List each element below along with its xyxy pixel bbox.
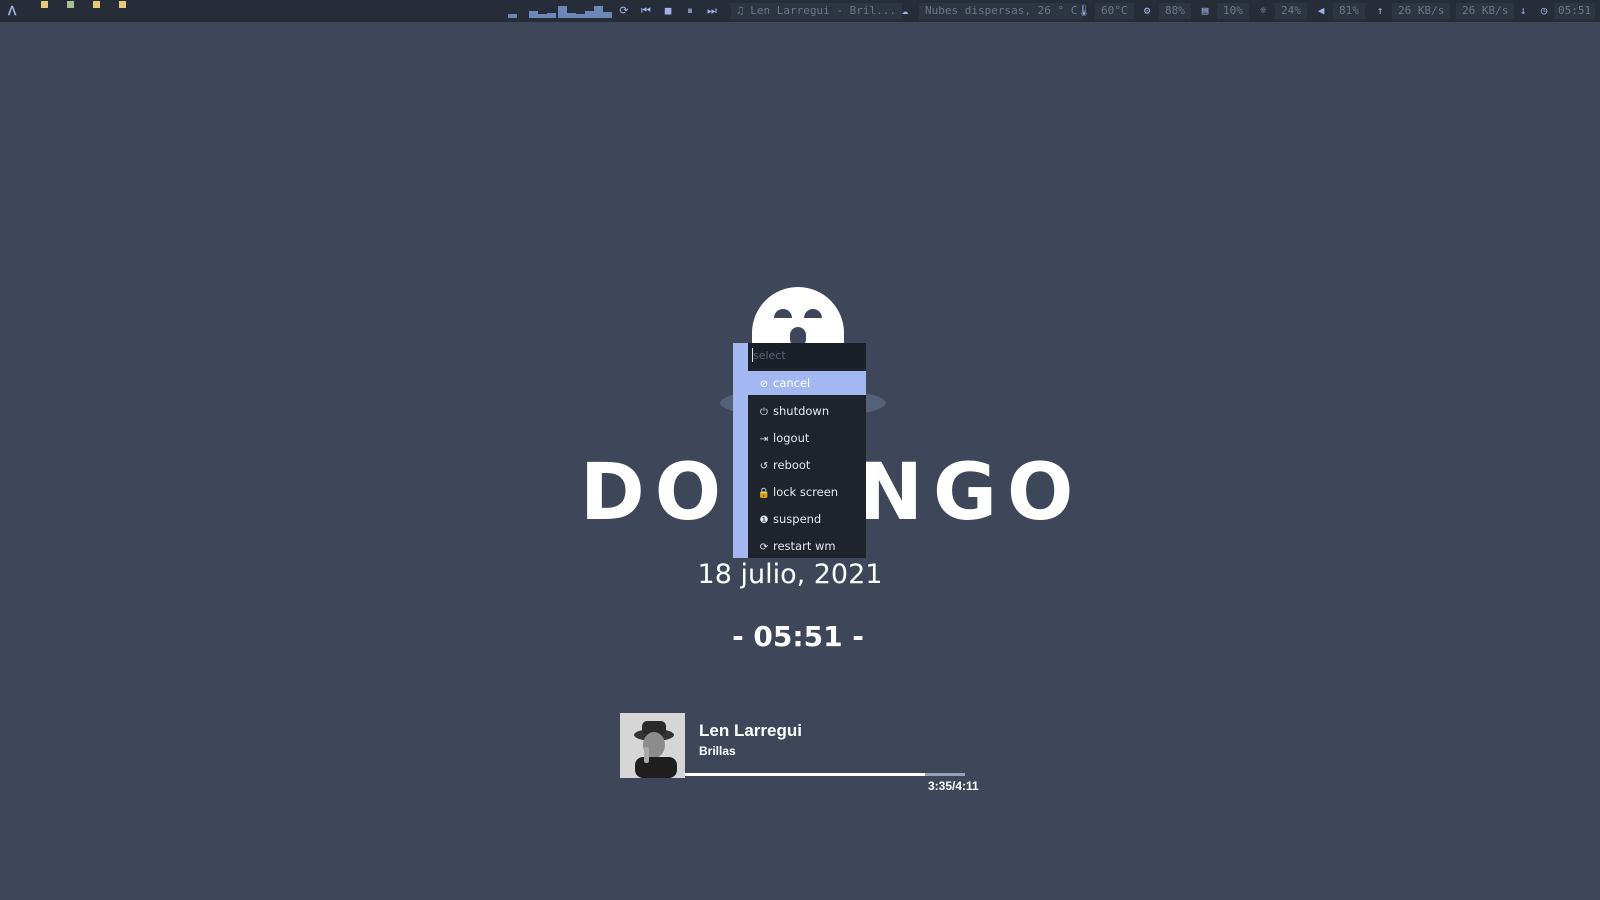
clock-icon: ◷ [1540,4,1548,17]
brightness-text: 24% [1275,3,1307,19]
menu-item-logout[interactable]: ⇥ logout [748,426,866,450]
menu-item-label: logout [773,431,810,445]
lock-icon: 🔒 [757,488,771,499]
time-display: - 05:51 - [732,620,864,653]
next-icon[interactable]: ⏭ [705,0,719,22]
menu-search-box [748,343,866,368]
cpu-icon: ⚙ [1143,4,1151,17]
menu-item-label: lock screen [773,485,839,499]
repeat-icon[interactable]: ⟳ [617,0,631,22]
logout-icon: ⇥ [759,434,769,445]
menu-item-label: shutdown [773,404,830,418]
menu-accent-bar [733,343,748,558]
music-widget: Len Larregui Brillas 3:35/4:11 [620,713,990,793]
progress-fill [685,773,925,776]
ghost-eye-right [804,309,822,318]
menu-item-shutdown[interactable]: ⏻ shutdown [748,399,866,423]
download-icon: ↓ [1519,4,1527,17]
ghost-eye-left [774,309,792,318]
menu-search-input[interactable] [752,348,861,362]
brightness-icon[interactable]: ☼ [1256,0,1270,22]
power-icon: ⏻ [760,407,768,418]
menu-item-label: suspend [773,512,822,526]
album-art [620,713,685,778]
memory-icon: ▤ [1201,4,1209,17]
temperature-icon: 🌡 [1077,4,1091,17]
workspace-2-indicator[interactable] [67,1,74,8]
upload-text: 26 KB/s [1392,3,1451,19]
restart-icon: ⟳ [759,542,769,553]
power-menu: ⊘ cancel ⏻ shutdown ⇥ logout ↺ reboot 🔒lock … [733,343,866,558]
arch-icon[interactable]: ᐱ [8,0,16,22]
memory-text: 10% [1217,3,1249,19]
download-text: 26 KB/s [1456,3,1515,19]
upload-icon: ↑ [1376,4,1384,17]
menu-item-cancel[interactable]: ⊘ cancel [748,371,866,395]
volume-text: 81% [1333,3,1365,19]
top-bar: ᐱ ⟳ ⏮ ■ ⏸ ⏭ ♫ Len Larregui - Bril... ☁ N… [0,0,1600,22]
workspace-4-indicator[interactable] [119,1,126,8]
menu-item-lock-screen[interactable]: 🔒 lock screen [748,480,866,504]
cpu-text: 88% [1159,3,1191,19]
playback-time: 3:35/4:11 [928,779,979,793]
song-title: Brillas [699,744,736,758]
date-display: 18 julio, 2021 [697,559,883,590]
progress-bar[interactable] [685,773,965,776]
audio-visualizer [508,2,612,18]
cancel-icon: ⊘ [759,379,769,390]
menu-item-label: reboot [773,458,811,472]
pause-icon[interactable]: ⏸ [683,0,697,22]
weather-icon: ☁ [901,4,909,17]
now-playing[interactable]: ♫ Len Larregui - Bril... [731,3,902,19]
artist-name: Len Larregui [699,721,802,740]
reboot-icon: ↺ [759,461,769,472]
weather-text: Nubes dispersas, 26 ° C [919,3,1084,19]
workspace-1-indicator[interactable] [41,1,48,8]
suspend-icon: ❶ [759,515,769,526]
topbar-clock: 05:51 [1554,3,1596,19]
workspace-3-indicator[interactable] [93,1,100,8]
stop-icon[interactable]: ■ [661,0,675,22]
temperature-text: 60°C [1095,3,1134,19]
menu-item-label: restart wm [773,539,836,553]
menu-item-suspend[interactable]: ❶ suspend [748,507,866,531]
menu-item-reboot[interactable]: ↺ reboot [748,453,866,477]
previous-icon[interactable]: ⏮ [639,0,653,22]
volume-icon[interactable]: ◀ [1314,0,1328,22]
menu-item-label: cancel [773,376,811,390]
menu-item-restart-wm[interactable]: ⟳ restart wm [748,534,866,558]
